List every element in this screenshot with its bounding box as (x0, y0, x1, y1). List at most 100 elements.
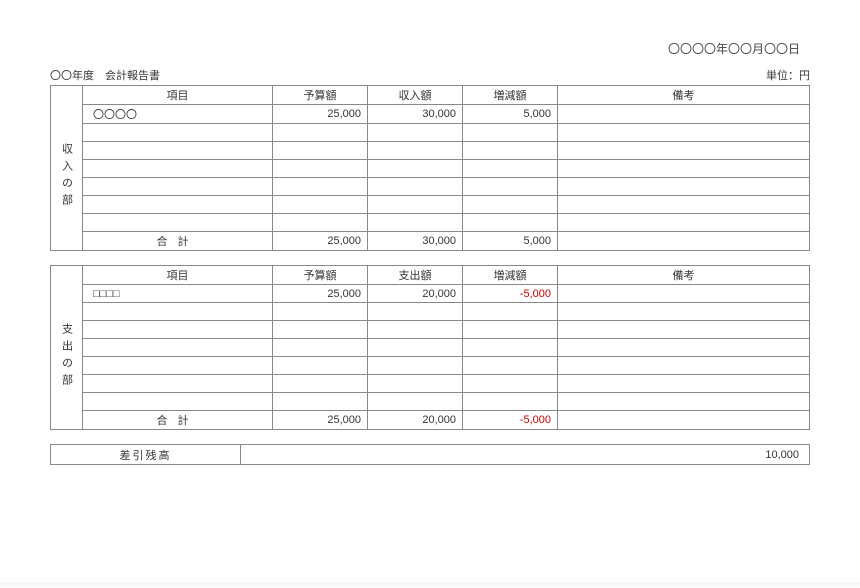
income-budget (273, 178, 368, 196)
table-row (83, 160, 810, 178)
table-row (83, 196, 810, 214)
expense-note (558, 321, 810, 339)
document-title: 〇〇年度 会計報告書 (50, 67, 160, 83)
income-header-row: 項目 予算額 収入額 増減額 備考 (83, 86, 810, 105)
income-total-label: 合計 (83, 232, 273, 251)
income-table: 項目 予算額 収入額 増減額 備考 〇〇〇〇25,00030,0005,000 … (82, 85, 810, 251)
expense-item (83, 357, 273, 375)
income-note (558, 160, 810, 178)
expense-budget (273, 375, 368, 393)
expense-total-label: 合計 (83, 411, 273, 430)
expense-actual (368, 375, 463, 393)
income-item (83, 160, 273, 178)
table-row (83, 303, 810, 321)
income-header-actual: 収入額 (368, 86, 463, 105)
expense-diff (463, 375, 558, 393)
expense-actual (368, 303, 463, 321)
income-note (558, 124, 810, 142)
expense-budget (273, 303, 368, 321)
expense-budget (273, 393, 368, 411)
income-total-row: 合計 25,000 30,000 5,000 (83, 232, 810, 251)
income-item (83, 214, 273, 232)
expense-total-budget: 25,000 (273, 411, 368, 430)
expense-header-actual: 支出額 (368, 266, 463, 285)
income-header-item: 項目 (83, 86, 273, 105)
income-actual (368, 160, 463, 178)
balance-label: 差引残高 (51, 445, 241, 465)
expense-total-row: 合計 25,000 20,000 -5,000 (83, 411, 810, 430)
expense-total-note (558, 411, 810, 430)
page-shadow (0, 582, 860, 588)
income-budget (273, 196, 368, 214)
income-side-label: 収入の部 (50, 85, 82, 251)
income-header-budget: 予算額 (273, 86, 368, 105)
balance-row: 差引残高 10,000 (51, 445, 810, 465)
table-row: 〇〇〇〇25,00030,0005,000 (83, 105, 810, 124)
expense-diff: -5,000 (463, 285, 558, 303)
income-budget (273, 160, 368, 178)
expense-budget (273, 339, 368, 357)
expense-budget: 25,000 (273, 285, 368, 303)
expense-diff (463, 357, 558, 375)
income-note (558, 214, 810, 232)
table-row (83, 375, 810, 393)
expense-note (558, 375, 810, 393)
income-diff (463, 160, 558, 178)
income-actual (368, 214, 463, 232)
balance-table: 差引残高 10,000 (50, 444, 810, 465)
income-budget (273, 142, 368, 160)
income-actual (368, 124, 463, 142)
expense-actual (368, 339, 463, 357)
table-row (83, 339, 810, 357)
table-row: □□□□25,00020,000-5,000 (83, 285, 810, 303)
income-item (83, 196, 273, 214)
income-note (558, 142, 810, 160)
expense-item (83, 375, 273, 393)
unit-label: 単位：円 (766, 67, 810, 83)
income-total-budget: 25,000 (273, 232, 368, 251)
expense-actual: 20,000 (368, 285, 463, 303)
expense-item (83, 321, 273, 339)
expense-budget (273, 357, 368, 375)
income-total-diff: 5,000 (463, 232, 558, 251)
table-row (83, 142, 810, 160)
expense-actual (368, 357, 463, 375)
expense-budget (273, 321, 368, 339)
income-item (83, 124, 273, 142)
expense-note (558, 339, 810, 357)
expense-item (83, 393, 273, 411)
income-item: 〇〇〇〇 (83, 105, 273, 124)
table-row (83, 124, 810, 142)
expense-diff (463, 393, 558, 411)
title-row: 〇〇年度 会計報告書 単位：円 (50, 67, 810, 83)
income-diff (463, 196, 558, 214)
expense-actual (368, 321, 463, 339)
document-page: 〇〇〇〇年〇〇月〇〇日 〇〇年度 会計報告書 単位：円 収入の部 項目 予算額 … (0, 0, 860, 588)
income-budget (273, 214, 368, 232)
table-row (83, 178, 810, 196)
income-note (558, 196, 810, 214)
expense-header-diff: 増減額 (463, 266, 558, 285)
income-item (83, 142, 273, 160)
expense-note (558, 357, 810, 375)
expense-diff (463, 303, 558, 321)
income-actual: 30,000 (368, 105, 463, 124)
expense-item: □□□□ (83, 285, 273, 303)
expense-side-label: 支出の部 (50, 265, 82, 430)
income-budget: 25,000 (273, 105, 368, 124)
expense-total-actual: 20,000 (368, 411, 463, 430)
expense-diff (463, 321, 558, 339)
income-diff (463, 214, 558, 232)
income-diff (463, 124, 558, 142)
income-note (558, 178, 810, 196)
income-actual (368, 196, 463, 214)
expense-note (558, 285, 810, 303)
expense-note (558, 303, 810, 321)
income-budget (273, 124, 368, 142)
expense-table: 項目 予算額 支出額 増減額 備考 □□□□25,00020,000-5,000… (82, 265, 810, 430)
expense-total-diff: -5,000 (463, 411, 558, 430)
income-total-actual: 30,000 (368, 232, 463, 251)
income-block: 収入の部 項目 予算額 収入額 増減額 備考 〇〇〇〇25,00030,0005… (50, 85, 810, 251)
table-row (83, 321, 810, 339)
expense-header-item: 項目 (83, 266, 273, 285)
